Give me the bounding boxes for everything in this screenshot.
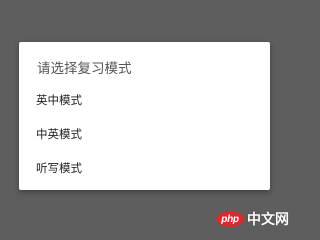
option-zh-en-mode[interactable]: 中英模式	[19, 118, 270, 150]
site-watermark: php 中文网	[216, 209, 289, 229]
option-dictation-mode[interactable]: 听写模式	[19, 152, 270, 184]
php-logo-icon: php	[216, 211, 244, 227]
option-en-zh-mode[interactable]: 英中模式	[19, 84, 270, 116]
screen: { "dialog": { "title": "请选择复习模式", "optio…	[0, 0, 298, 232]
option-label: 中英模式	[36, 127, 82, 141]
review-mode-dialog: 请选择复习模式 英中模式 中英模式 听写模式	[19, 42, 270, 190]
watermark-text: 中文网	[247, 212, 289, 228]
dialog-title: 请选择复习模式	[37, 61, 132, 77]
option-label: 听写模式	[36, 161, 82, 175]
option-label: 英中模式	[36, 93, 82, 107]
